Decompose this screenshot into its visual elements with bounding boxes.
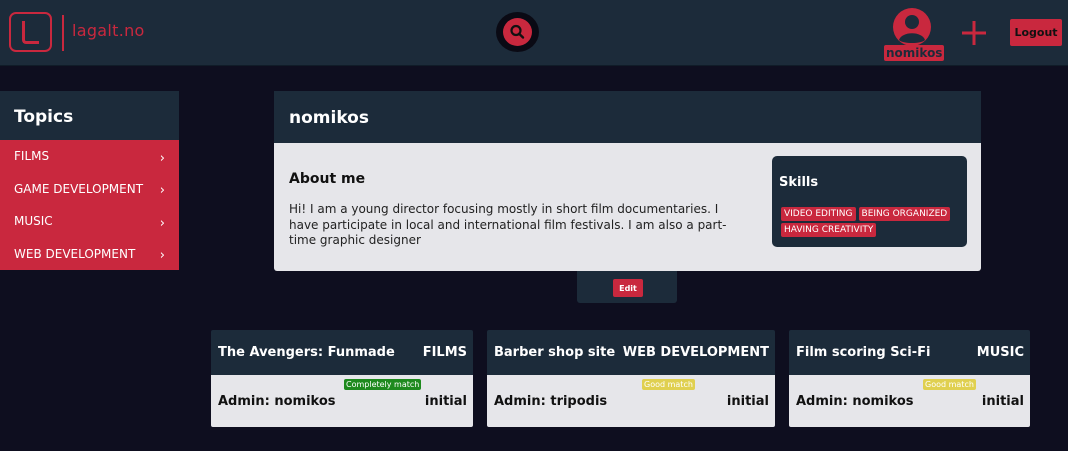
project-card[interactable]: Film scoring Sci-Fi MUSIC Admin: nomikos…	[789, 330, 1030, 427]
logo-divider	[62, 15, 64, 51]
project-status: initial	[981, 393, 1024, 409]
project-title[interactable]: The Avengers: Funmade	[218, 345, 395, 360]
skills-heading: Skills	[779, 175, 819, 190]
profile-card: About me Hi! I am a young director focus…	[274, 143, 981, 271]
lagalt-logo-icon[interactable]	[9, 12, 52, 52]
skill-tag: BEING ORGANIZED	[858, 207, 951, 221]
logo-text[interactable]: lagalt.no	[72, 21, 145, 40]
sidebar-item-label: FILMS	[14, 149, 50, 164]
sidebar-item-game-development[interactable]: GAME DEVELOPMENT ›	[0, 172, 179, 205]
sidebar-item-label: WEB DEVELOPMENT	[14, 246, 136, 261]
match-badge: Good match	[923, 379, 976, 390]
project-card-body: Admin: nomikos Good match initial	[789, 375, 1030, 427]
edit-bar: Edit	[577, 271, 677, 303]
about-me-text: Hi! I am a young director focusing mostl…	[289, 202, 727, 247]
project-title[interactable]: Film scoring Sci-Fi	[796, 345, 930, 360]
sidebar-title: Topics	[0, 91, 179, 140]
project-category: MUSIC	[976, 345, 1024, 360]
search-button[interactable]	[496, 12, 539, 52]
sidebar-item-label: MUSIC	[14, 214, 53, 229]
sidebar-item-web-development[interactable]: WEB DEVELOPMENT ›	[0, 237, 179, 270]
project-status: initial	[424, 393, 467, 409]
skills-tag-list: VIDEO EDITING BEING ORGANIZED HAVING CRE…	[781, 207, 961, 237]
project-card-header: Barber shop site WEB DEVELOPMENT	[487, 330, 775, 375]
project-card[interactable]: Barber shop site WEB DEVELOPMENT Admin: …	[487, 330, 775, 427]
project-category: FILMS	[422, 345, 467, 360]
logout-button[interactable]: Logout	[1010, 19, 1062, 46]
project-card-header: The Avengers: Funmade FILMS	[211, 330, 473, 375]
sidebar-item-music[interactable]: MUSIC ›	[0, 205, 179, 238]
project-title[interactable]: Barber shop site	[494, 345, 615, 360]
chevron-right-icon: ›	[159, 183, 165, 199]
skill-tag: HAVING CREATIVITY	[781, 223, 877, 237]
match-badge: Good match	[642, 379, 695, 390]
project-admin: Admin: tripodis	[494, 393, 608, 409]
about-me-heading: About me	[289, 171, 366, 187]
skills-panel: Skills VIDEO EDITING BEING ORGANIZED HAV…	[772, 156, 967, 247]
match-badge: Completely match	[344, 379, 422, 390]
search-icon	[510, 24, 525, 39]
project-status: initial	[726, 393, 769, 409]
skill-tag: VIDEO EDITING	[781, 207, 856, 221]
project-card[interactable]: The Avengers: Funmade FILMS Admin: nomik…	[211, 330, 473, 427]
sidebar-item-films[interactable]: FILMS ›	[0, 140, 179, 173]
project-admin: Admin: nomikos	[796, 393, 914, 409]
project-admin: Admin: nomikos	[218, 393, 336, 409]
edit-profile-button[interactable]: Edit	[613, 279, 643, 297]
project-card-body: Admin: tripodis Good match initial	[487, 375, 775, 427]
chevron-right-icon: ›	[159, 150, 165, 166]
user-avatar-icon[interactable]	[892, 7, 932, 47]
project-card-header: Film scoring Sci-Fi MUSIC	[789, 330, 1030, 375]
project-category: WEB DEVELOPMENT	[622, 345, 769, 360]
sidebar-item-label: GAME DEVELOPMENT	[14, 181, 144, 196]
plus-icon[interactable]	[961, 20, 987, 46]
logo-letter-l	[22, 21, 39, 44]
username-badge[interactable]: nomikos	[884, 45, 945, 61]
project-card-body: Admin: nomikos Completely match initial	[211, 375, 473, 427]
topics-sidebar: Topics FILMS › GAME DEVELOPMENT › MUSIC …	[0, 91, 179, 270]
chevron-right-icon: ›	[159, 215, 165, 231]
profile-name-heading: nomikos	[274, 91, 981, 143]
chevron-right-icon: ›	[159, 248, 165, 264]
top-navbar: lagalt.no nomikos Logout	[0, 0, 1068, 66]
